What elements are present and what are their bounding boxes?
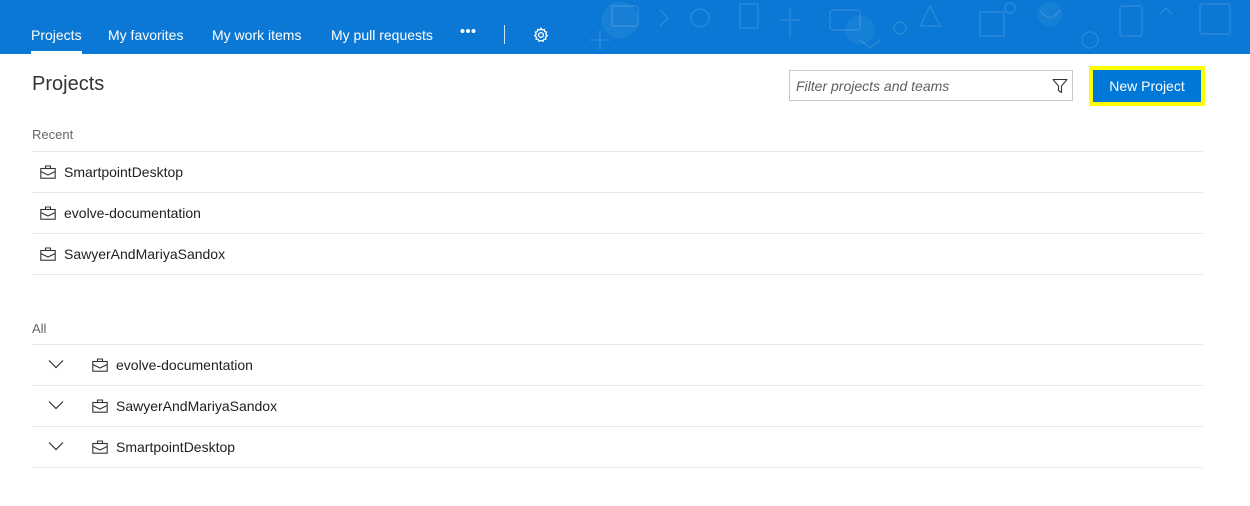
list-item[interactable]: SawyerAndMariyaSandox: [32, 385, 1203, 426]
tab-my-work-items[interactable]: My work items: [212, 0, 301, 54]
project-briefcase-icon: [40, 247, 56, 261]
nav-divider: [504, 25, 505, 44]
list-item[interactable]: evolve-documentation: [32, 344, 1203, 385]
project-name[interactable]: SawyerAndMariyaSandox: [116, 398, 277, 414]
tab-my-favorites[interactable]: My favorites: [108, 0, 183, 54]
new-project-button[interactable]: New Project: [1093, 70, 1201, 102]
project-briefcase-icon: [40, 165, 56, 179]
project-name[interactable]: evolve-documentation: [64, 205, 201, 221]
recent-projects-list: SmartpointDesktop evolve-documentation S…: [32, 151, 1203, 275]
chevron-down-icon[interactable]: [48, 359, 64, 369]
list-item[interactable]: evolve-documentation: [32, 192, 1203, 233]
project-name[interactable]: SawyerAndMariyaSandox: [64, 246, 225, 262]
chevron-down-icon[interactable]: [48, 400, 64, 410]
recent-section-label: Recent: [32, 127, 74, 142]
project-name[interactable]: SmartpointDesktop: [116, 439, 235, 455]
ellipsis-icon[interactable]: [460, 28, 476, 34]
list-item[interactable]: SmartpointDesktop: [32, 151, 1203, 192]
all-section-label: All: [32, 321, 47, 336]
new-project-highlight: New Project: [1089, 66, 1205, 106]
project-name[interactable]: evolve-documentation: [116, 357, 253, 373]
filter-box[interactable]: [789, 70, 1073, 101]
project-briefcase-icon: [40, 206, 56, 220]
list-item[interactable]: SmartpointDesktop: [32, 426, 1203, 468]
all-projects-list: evolve-documentation SawyerAndMariyaSand…: [32, 344, 1203, 468]
funnel-filter-icon[interactable]: [1052, 78, 1068, 94]
background-pattern: [590, 2, 1231, 50]
project-name[interactable]: SmartpointDesktop: [64, 164, 183, 180]
chevron-down-icon[interactable]: [48, 441, 64, 451]
gear-icon[interactable]: [533, 27, 549, 43]
page-title: Projects: [32, 73, 105, 95]
filter-input[interactable]: [796, 75, 1036, 97]
top-nav-bar: Projects My favorites My work items My p…: [0, 0, 1250, 54]
project-briefcase-icon: [92, 358, 108, 372]
tab-my-pull-requests[interactable]: My pull requests: [331, 0, 433, 54]
list-item[interactable]: SawyerAndMariyaSandox: [32, 233, 1203, 275]
project-briefcase-icon: [92, 440, 108, 454]
tab-projects[interactable]: Projects: [31, 0, 82, 54]
project-briefcase-icon: [92, 399, 108, 413]
